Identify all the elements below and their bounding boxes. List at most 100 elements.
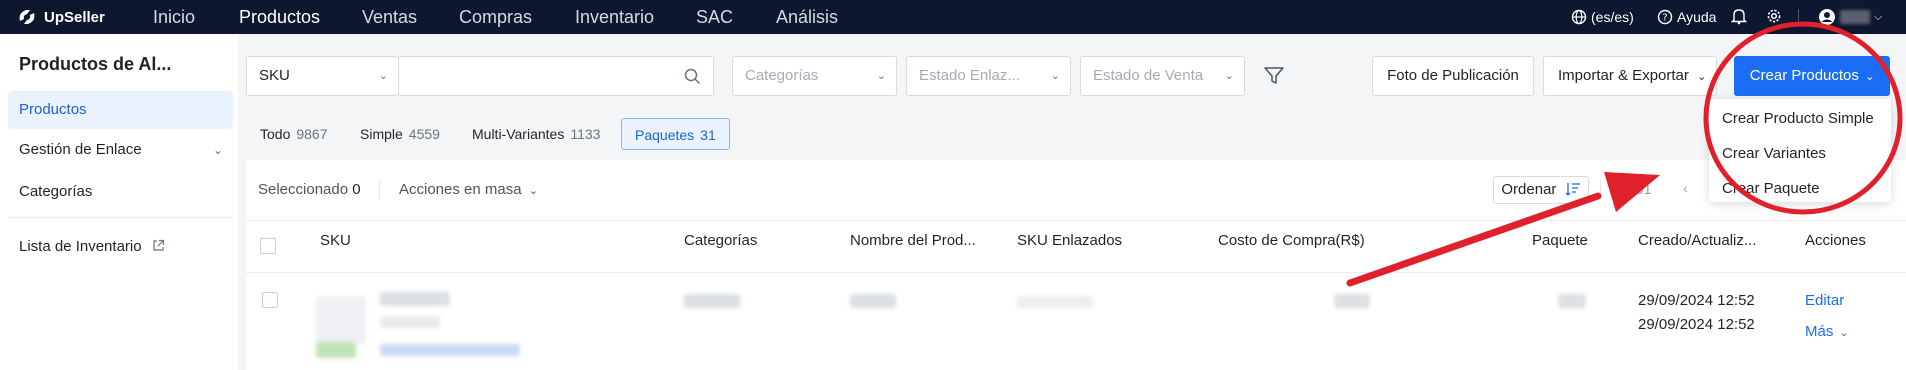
bell-icon [1731, 9, 1747, 25]
sort-button[interactable]: Ordenar [1493, 176, 1589, 204]
chevron-down-icon: ⌵ [1874, 11, 1883, 23]
nav-compras[interactable]: Compras [459, 7, 532, 27]
help-label: Ayuda [1677, 9, 1717, 25]
sort-label: Ordenar [1501, 181, 1557, 198]
chevron-down-icon: ⌄ [1839, 327, 1849, 339]
sidebar-item-gestion-enlace[interactable]: Gestión de Enlace ⌄ [8, 131, 233, 169]
search-input[interactable] [398, 56, 714, 96]
nav-inventario[interactable]: Inventario [575, 7, 654, 27]
globe-icon [1571, 9, 1587, 25]
help-link[interactable]: ? Ayuda [1657, 7, 1716, 27]
language-switch[interactable]: (es/es) [1571, 7, 1634, 27]
top-nav: UpSeller Inicio Productos Ventas Compras… [0, 0, 1906, 34]
nav-ventas[interactable]: Ventas [362, 7, 417, 27]
created-date: 29/09/2024 12:52 [1638, 292, 1755, 309]
sidebar-item-lista-inventario[interactable]: Lista de Inventario [8, 228, 233, 266]
categories-placeholder: Categorías [745, 67, 819, 84]
categories-filter[interactable]: Categorías ⌄ [732, 56, 897, 96]
sale-status-filter[interactable]: Estado de Venta ⌄ [1080, 56, 1245, 96]
tab-label: Simple [360, 126, 403, 142]
column-header-paquete[interactable]: Paquete [1532, 232, 1588, 249]
chevron-down-icon: ⌄ [1865, 71, 1875, 83]
chevron-down-icon: ⌄ [1697, 71, 1707, 83]
bulk-actions-dropdown[interactable]: Acciones en masa ⌄ [399, 181, 538, 198]
link-status-placeholder: Estado Enlaz... [919, 67, 1020, 84]
brand-name: UpSeller [44, 8, 105, 26]
menu-item-create-package[interactable]: Crear Paquete [1722, 180, 1820, 197]
select-all-checkbox[interactable] [260, 238, 276, 254]
settings-button[interactable] [1765, 7, 1783, 25]
sku-search-type-select[interactable]: SKU ⌄ [246, 56, 399, 96]
tab-label: Multi-Variantes [472, 126, 565, 142]
prev-page-icon[interactable]: ‹ [1683, 180, 1688, 196]
sidebar-item-categorias[interactable]: Categorías [8, 173, 233, 211]
sort-icon [1565, 183, 1580, 196]
sidebar: Productos de Al... Productos Gestión de … [0, 34, 238, 370]
column-header-acciones: Acciones [1805, 232, 1866, 249]
category-redacted [684, 294, 740, 308]
nav-divider [1798, 9, 1799, 25]
filter-icon[interactable] [1263, 65, 1285, 87]
more-label: Más [1805, 323, 1834, 340]
chevron-down-icon: ⌄ [876, 70, 886, 82]
create-products-menu: Crear Producto Simple Crear Variantes Cr… [1709, 99, 1891, 202]
column-header-sku-enlazados[interactable]: SKU Enlazados [1017, 232, 1122, 249]
menu-item-create-simple[interactable]: Crear Producto Simple [1722, 110, 1874, 127]
column-header-categorias[interactable]: Categorías [684, 232, 757, 249]
nav-productos[interactable]: Productos [239, 7, 320, 27]
publication-photo-button[interactable]: Foto de Publicación [1372, 56, 1534, 96]
search-icon[interactable] [684, 68, 701, 85]
sidebar-item-label: Lista de Inventario [19, 238, 142, 255]
sku-redacted [380, 292, 450, 306]
nav-sac[interactable]: SAC [696, 7, 733, 27]
tab-todo[interactable]: Todo 9867 [260, 118, 328, 150]
sidebar-item-productos[interactable]: Productos [8, 91, 233, 129]
row-divider [246, 272, 1906, 273]
column-header-sku[interactable]: SKU [320, 232, 351, 249]
selected-number: 0 [352, 181, 361, 198]
import-export-button[interactable]: Importar & Exportar ⌄ [1543, 56, 1717, 96]
menu-item-create-variants[interactable]: Crear Variantes [1722, 145, 1826, 162]
chevron-down-icon: ⌄ [378, 70, 388, 82]
chevron-down-icon: ⌄ [212, 143, 223, 157]
notifications-button[interactable] [1731, 7, 1747, 25]
tab-count: 1133 [570, 126, 601, 142]
selected-label: Seleccionado [258, 181, 349, 198]
chevron-down-icon: ⌄ [528, 185, 538, 197]
row-divider [246, 220, 1906, 221]
name-redacted [850, 294, 896, 308]
gear-icon [1767, 9, 1781, 23]
status-tag-redacted [316, 342, 356, 358]
column-header-costo-compra[interactable]: Costo de Compra(R$) [1218, 232, 1365, 249]
row-checkbox[interactable] [262, 292, 278, 308]
user-avatar-icon [1819, 9, 1835, 25]
updated-date: 29/09/2024 12:52 [1638, 316, 1755, 333]
brand-logo[interactable]: UpSeller [16, 7, 105, 27]
tab-label: Todo [260, 126, 291, 142]
toolbar-divider [379, 180, 380, 200]
tab-paquetes[interactable]: Paquetes 31 [621, 118, 730, 150]
tab-multi-variantes[interactable]: Multi-Variantes 1133 [472, 118, 600, 150]
toolbar-divider [1600, 180, 1601, 200]
create-products-label: Crear Productos [1749, 67, 1859, 84]
create-products-button[interactable]: Crear Productos ⌄ [1734, 56, 1890, 96]
svg-text:?: ? [1662, 13, 1667, 24]
sidebar-item-label: Categorías [19, 183, 93, 200]
tab-label: Paquetes [635, 127, 695, 143]
nav-analisis[interactable]: Análisis [776, 7, 838, 27]
column-header-creado[interactable]: Creado/Actualiz... [1638, 232, 1756, 249]
sidebar-item-label: Productos [19, 101, 87, 118]
total-count: T 31 [1608, 181, 1652, 198]
tab-simple[interactable]: Simple 4559 [360, 118, 440, 150]
tab-count: 31 [700, 127, 716, 143]
account-menu[interactable]: ⌵ [1818, 7, 1882, 27]
sidebar-item-label: Gestión de Enlace [19, 141, 142, 158]
total-number: 31 [1635, 181, 1652, 198]
product-thumbnail-redacted [316, 296, 366, 344]
nav-inicio[interactable]: Inicio [153, 7, 195, 27]
external-link-icon [153, 239, 164, 251]
edit-link[interactable]: Editar [1805, 292, 1844, 309]
column-header-nombre[interactable]: Nombre del Prod... [850, 232, 976, 249]
link-status-filter[interactable]: Estado Enlaz... ⌄ [906, 56, 1071, 96]
more-actions-dropdown[interactable]: Más ⌄ [1805, 323, 1849, 340]
